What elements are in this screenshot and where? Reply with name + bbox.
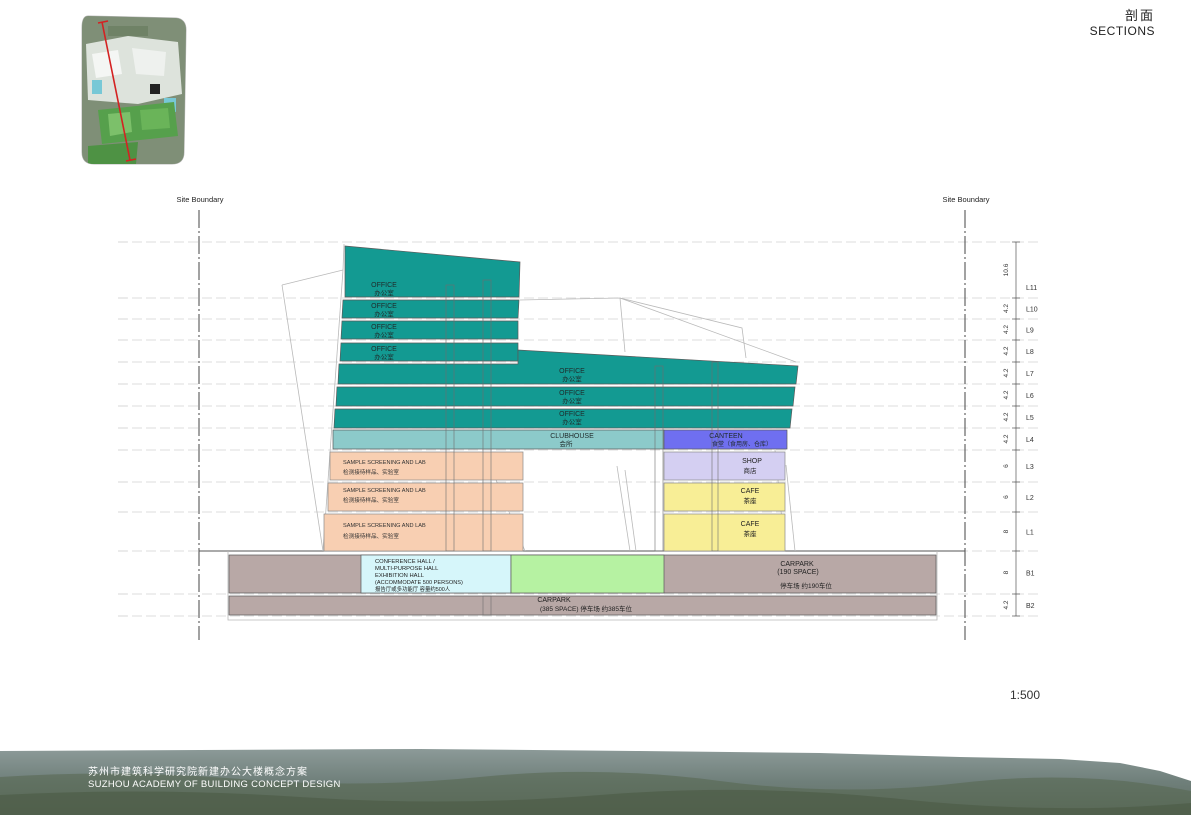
cafe-label-l2-cn: 茶座 [744, 496, 758, 505]
cafe-label-l2: CAFE [741, 488, 760, 495]
conference-label-1: CONFERENCE HALL / [375, 559, 435, 565]
clubhouse-label: CLUBHOUSE [550, 433, 594, 440]
office-floor-l11 [344, 245, 521, 298]
office-label-l9: OFFICE [371, 324, 397, 331]
carpark-b1-space: (190 SPACE) [777, 569, 819, 576]
level-name-label: L9 [1026, 328, 1034, 335]
level-height-value: 4.2 [1003, 346, 1010, 355]
level-height-value: 6 [1003, 495, 1010, 499]
level-height-value: 6 [1003, 464, 1010, 468]
level-height-value: 4.2 [1003, 304, 1010, 313]
level-name-label: L7 [1026, 371, 1034, 378]
level-height-value: 4.2 [1003, 600, 1010, 609]
clubhouse-block [332, 429, 665, 450]
office-floor-l9 [340, 320, 519, 340]
lab-block-l1 [323, 513, 524, 552]
level-name-label: L11 [1026, 285, 1037, 292]
lab-label-l3: SAMPLE SCREENING AND LAB [343, 460, 426, 466]
office-label-l9-cn: 办公室 [374, 330, 394, 339]
cafe-block-l2 [663, 482, 786, 512]
office-label-l7: OFFICE [559, 368, 585, 375]
project-title-english: SUZHOU ACADEMY OF BUILDING CONCEPT DESIG… [88, 779, 341, 790]
level-name-label: L8 [1026, 349, 1034, 356]
office-label-l8-cn: 办公室 [374, 352, 394, 361]
canteen-label-cn: 食堂（食用房、仓库） [712, 440, 772, 448]
carpark-b1-label-cn: 停车场 约190车位 [780, 581, 832, 590]
site-boundary-left-label: Site Boundary [176, 195, 223, 204]
level-name-label: L2 [1026, 495, 1034, 502]
level-name-label: L3 [1026, 464, 1034, 471]
conference-label-2: MULTI-PURPOSE HALL [375, 566, 439, 572]
office-label-l5: OFFICE [559, 411, 585, 418]
office-label-l8: OFFICE [371, 346, 397, 353]
office-label-l11-cn: 办公室 [374, 288, 394, 297]
cafe-block-l1 [663, 513, 786, 552]
office-label-l10-cn: 办公室 [374, 309, 394, 318]
level-name-label: L4 [1026, 437, 1034, 444]
level-name-label: L6 [1026, 393, 1034, 400]
canteen-label: CANTEEN [709, 433, 742, 440]
level-name-label: L10 [1026, 307, 1038, 314]
level-height-value: 8 [1003, 570, 1010, 574]
level-name-label: L5 [1026, 415, 1034, 422]
level-height-value: 4.2 [1003, 434, 1010, 443]
office-label-l10: OFFICE [371, 303, 397, 310]
shop-label: SHOP [742, 458, 762, 465]
cafe-label-l1: CAFE [741, 521, 760, 528]
footer-banner: 苏州市建筑科学研究院新建办公大楼概念方案 SUZHOU ACADEMY OF B… [0, 747, 1191, 815]
office-label-l6: OFFICE [559, 390, 585, 397]
drawing-scale: 1:500 [1010, 688, 1041, 702]
project-title-chinese: 苏州市建筑科学研究院新建办公大楼概念方案 [88, 767, 308, 778]
lab-label-l3-cn: 检测接待样品、实验室 [343, 468, 399, 476]
exhibition-hall-block [510, 554, 665, 594]
building-section-drawing: 10.6 L11 4.2 L10 4.2 L9 4.2 L8 4.2 L7 4.2 L6 4.2 L5 4.… [118, 195, 1040, 640]
office-label-l7-cn: 办公室 [562, 374, 582, 383]
level-name-label: B1 [1026, 571, 1035, 578]
level-name-label: B2 [1026, 603, 1035, 610]
level-name-label: L1 [1026, 530, 1034, 537]
lab-label-l1-cn: 检测接待样品、实验室 [343, 532, 399, 540]
cafe-label-l1-cn: 茶座 [744, 529, 758, 538]
lab-label-l2: SAMPLE SCREENING AND LAB [343, 488, 426, 494]
conference-label-cn: 报告厅或多功能厅 容量约500人 [375, 585, 451, 593]
level-height-value: 4.2 [1003, 390, 1010, 399]
conference-label-4: (ACCOMMODATE 500 PERSONS) [375, 580, 463, 586]
lab-label-l1: SAMPLE SCREENING AND LAB [343, 523, 426, 529]
carpark-b2-detail: (385 SPACE) 停车场 约385车位 [540, 604, 632, 613]
site-boundary-right-label: Site Boundary [942, 195, 989, 204]
conference-label-3: EXHIBITION HALL [375, 573, 425, 579]
carpark-b1-label: CARPARK [780, 561, 814, 568]
level-height-value: 8 [1003, 529, 1010, 533]
office-label-l6-cn: 办公室 [562, 396, 582, 405]
office-label-l11: OFFICE [371, 282, 397, 289]
level-height-value: 10.6 [1003, 263, 1010, 276]
shop-block [663, 451, 786, 481]
clubhouse-label-cn: 会所 [560, 439, 574, 448]
shop-label-cn: 商店 [744, 466, 758, 475]
level-height-value: 4.2 [1003, 412, 1010, 421]
office-floor-l10 [341, 299, 520, 319]
level-height-value: 4.2 [1003, 368, 1010, 377]
level-height-value: 4.2 [1003, 325, 1010, 334]
office-label-l5-cn: 办公室 [562, 417, 582, 426]
lab-label-l2-cn: 检测接待样品、实验室 [343, 496, 399, 504]
carpark-b2-label: CARPARK [537, 597, 571, 604]
